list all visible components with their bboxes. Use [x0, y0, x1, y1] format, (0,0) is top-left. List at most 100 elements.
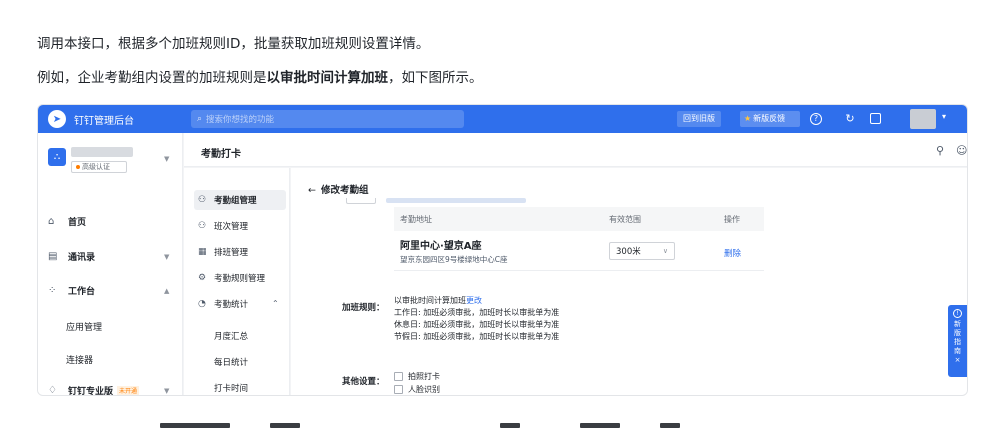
example-suffix: ，如下图所示。 [388, 70, 483, 86]
org-name-blurred [71, 147, 133, 157]
address-name: 阿里中心·望京A座 [400, 240, 482, 252]
close-icon[interactable]: × [948, 356, 967, 365]
subnav-label: 考勤统计 [214, 300, 249, 310]
col-range: 有效范围 [609, 214, 641, 224]
user-service-icon[interactable]: ☺ [956, 144, 967, 157]
overtime-rule-box: 以审批时间计算加班更改 工作日: 加班必须审批，加班时长以审批单为准 休息日: … [394, 295, 560, 343]
face-recognition-checkbox[interactable] [394, 385, 403, 394]
old-version-button[interactable]: 回到旧版 [677, 111, 721, 127]
pro-icon: ♢ [48, 385, 57, 396]
guide-char: 指 [954, 338, 961, 346]
contacts-icon: ▤ [48, 251, 58, 262]
subnav-label: 考勤规则管理 [214, 274, 266, 284]
dingtalk-logo-icon: ➤ [48, 110, 66, 128]
subnav-label: 排班管理 [214, 248, 249, 258]
subnav-label: 班次管理 [214, 222, 249, 232]
back-button[interactable]: ← 修改考勤组 [308, 182, 368, 196]
main-content: ← 修改考勤组 考勤地址 有效范围 操作 阿里中心·望京A座 望京东园四区9号楼绿… [291, 168, 967, 395]
text-fragment [270, 423, 300, 428]
org-switch-chevron-icon[interactable]: ▼ [164, 155, 169, 163]
subnav-label: 考勤组管理 [214, 196, 257, 206]
cropped-button [346, 198, 376, 204]
star-icon: ★ [744, 114, 752, 123]
sidebar-item-pro[interactable]: ♢ 钉钉专业版 未开通 [48, 384, 140, 396]
chevron-down-icon[interactable]: ▾ [942, 112, 946, 121]
address-cell: 阿里中心·望京A座 望京东园四区9号楼绿地中心C座 [394, 237, 609, 265]
rule-line-holiday: 节假日: 加班必须审批，加班时长以审批单为准 [394, 332, 560, 341]
sidebar-item-home[interactable]: ⌂ 首页 [48, 215, 86, 228]
feedback-button[interactable]: ★ 新版反馈 [740, 111, 800, 127]
location-table: 考勤地址 有效范围 操作 阿里中心·望京A座 望京东园四区9号楼绿地中心C座 3… [394, 207, 764, 271]
action-cell: 删除 [724, 241, 764, 260]
settings-icon: ⚙ [198, 273, 207, 283]
subnav-item-shift-manage[interactable]: ⚇ 班次管理 [194, 216, 286, 236]
text-fragment [160, 423, 230, 428]
calendar-icon: ▦ [198, 247, 207, 257]
rule-line-restday: 休息日: 加班必须审批，加班时长以审批单为准 [394, 320, 560, 329]
change-rule-link[interactable]: 更改 [466, 296, 482, 305]
guide-char: 版 [954, 329, 961, 337]
help-icon[interactable]: ? [810, 113, 822, 125]
chevron-up-icon[interactable]: ▲ [164, 287, 169, 295]
chevron-down-icon: ∨ [662, 246, 668, 255]
location-icon[interactable]: ⚲ [936, 144, 944, 157]
table-row: 阿里中心·望京A座 望京东园四区9号楼绿地中心C座 300米 ∨ 删除 [394, 231, 764, 271]
sidebar: ⛬ 高级认证 ▼ ⌂ 首页 ▤ 通讯录 ▼ ⁘ 工作台 ▲ 应用管理 连接器 ♢ 钉钉专… [38, 133, 183, 396]
sidebar-item-label: 通讯录 [68, 253, 96, 263]
intro-text: 调用本接口，根据多个加班规则ID，批量获取加班规则设置详情。 [37, 36, 430, 52]
photo-punch-checkbox[interactable] [394, 372, 403, 381]
page-header: 考勤打卡 ⚲ ☺ [184, 133, 967, 167]
chevron-down-icon[interactable]: ▼ [164, 253, 169, 261]
subnav-item-rules[interactable]: ⚙ 考勤规则管理 [194, 268, 286, 288]
range-select[interactable]: 300米 ∨ [609, 241, 675, 260]
avatar[interactable] [910, 109, 936, 129]
sidebar-item-label: 钉钉专业版 [68, 387, 114, 396]
sidebar-item-label: 首页 [68, 218, 87, 228]
workbench-icon: ⁘ [48, 285, 57, 296]
option-label: 人脸识别 [408, 385, 440, 394]
face-recognition-option[interactable]: 人脸识别 [394, 384, 440, 395]
delete-link[interactable]: 删除 [724, 249, 741, 259]
sub-navigation: ⚇ 考勤组管理 ⚇ 班次管理 ▦ 排班管理 ⚙ 考勤规则管理 ◔ 考勤统计 ⌃ 月度汇总 … [184, 168, 290, 395]
subnav-item-group-manage[interactable]: ⚇ 考勤组管理 [194, 190, 286, 210]
search-input[interactable]: ⌕ 搜索你想找的功能 [191, 110, 464, 128]
cropped-controls [346, 198, 581, 206]
status-badge: 高级认证 [71, 161, 127, 173]
window-icon[interactable] [870, 113, 881, 124]
info-icon: ! [953, 309, 962, 318]
subnav-item-schedule[interactable]: ▦ 排班管理 [194, 242, 286, 262]
group-icon: ⚇ [198, 195, 207, 205]
other-settings-label: 其他设置： [342, 377, 385, 387]
badge-label: 高级认证 [82, 163, 110, 171]
guide-char: 新 [954, 320, 961, 328]
sidebar-item-workbench[interactable]: ⁘ 工作台 [48, 284, 95, 297]
rule-line-workday: 工作日: 加班必须审批，加班时长以审批单为准 [394, 308, 560, 317]
search-placeholder: 搜索你想找的功能 [206, 115, 275, 125]
chevron-up-icon[interactable]: ⌃ [272, 299, 279, 308]
table-header: 考勤地址 有效范围 操作 [394, 207, 764, 231]
text-fragment [580, 423, 620, 428]
range-value: 300米 [616, 246, 641, 257]
sidebar-item-contacts[interactable]: ▤ 通讯录 [48, 250, 95, 263]
shift-icon: ⚇ [198, 221, 207, 231]
refresh-icon[interactable]: ↻ [842, 111, 858, 127]
new-guide-tab[interactable]: ! 新 版 指 南 × [948, 305, 967, 377]
sidebar-item-connector[interactable]: 连接器 [66, 353, 93, 366]
photo-punch-option[interactable]: 拍照打卡 [394, 371, 440, 382]
overtime-rule-title: 以审批时间计算加班 [394, 296, 466, 305]
col-action: 操作 [724, 214, 740, 224]
sidebar-item-app-manage[interactable]: 应用管理 [66, 320, 102, 333]
example-text: 例如，企业考勤组内设置的加班规则是以审批时间计算加班，如下图所示。 [37, 66, 483, 86]
text-fragment [660, 423, 680, 428]
pro-tag: 未开通 [117, 386, 140, 395]
back-arrow-icon: ← [308, 185, 316, 196]
app-title: 钉钉管理后台 [74, 116, 134, 127]
subnav-item-punch-time[interactable]: 打卡时间 [214, 382, 248, 394]
subnav-item-monthly[interactable]: 月度汇总 [214, 330, 248, 342]
stats-icon: ◔ [198, 299, 206, 309]
home-icon: ⌂ [48, 216, 55, 227]
col-address: 考勤地址 [400, 214, 432, 224]
chevron-down-icon[interactable]: ▼ [164, 387, 169, 395]
example-bold: 以审批时间计算加班 [266, 70, 389, 86]
subnav-item-daily[interactable]: 每日统计 [214, 356, 248, 368]
